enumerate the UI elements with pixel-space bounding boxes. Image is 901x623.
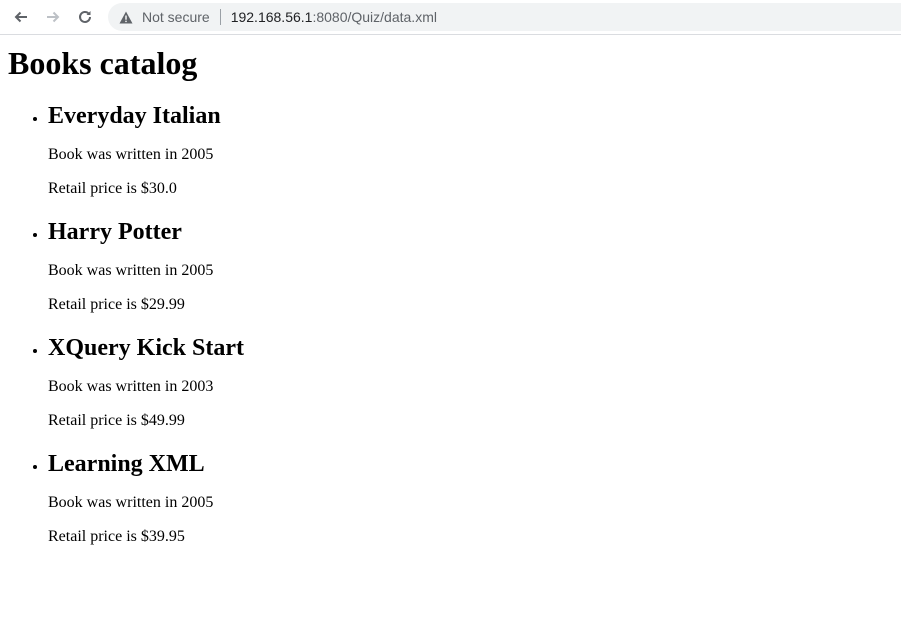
- address-bar[interactable]: Not secure 192.168.56.1:8080/Quiz/data.x…: [108, 3, 901, 31]
- reload-icon: [79, 10, 91, 23]
- book-year: Book was written in 2003: [48, 378, 214, 395]
- book-price: Retail price is $30.0: [48, 180, 177, 197]
- back-button[interactable]: [10, 6, 32, 28]
- book-title: Learning XML: [48, 451, 205, 477]
- list-item: Everyday Italian Book was written in 200…: [48, 102, 893, 198]
- book-title: XQuery Kick Start: [48, 335, 244, 361]
- book-price: Retail price is $29.99: [48, 296, 185, 313]
- forward-button[interactable]: [42, 6, 64, 28]
- books-list: Everyday Italian Book was written in 200…: [8, 102, 893, 546]
- book-price: Retail price is $39.95: [48, 528, 185, 545]
- book-title: Harry Potter: [48, 219, 182, 245]
- address-divider: [219, 9, 221, 25]
- book-price: Retail price is $49.99: [48, 412, 185, 429]
- reload-button[interactable]: [74, 6, 96, 28]
- browser-toolbar: Not secure 192.168.56.1:8080/Quiz/data.x…: [0, 0, 901, 35]
- warning-icon[interactable]: [118, 9, 134, 25]
- arrow-left-icon: [14, 11, 27, 23]
- book-year: Book was written in 2005: [48, 494, 214, 511]
- book-title: Everyday Italian: [48, 103, 221, 129]
- list-item: XQuery Kick Start Book was written in 20…: [48, 334, 893, 430]
- url-path: :8080/Quiz/data.xml: [312, 9, 437, 25]
- list-item: Learning XML Book was written in 2005 Re…: [48, 450, 893, 546]
- list-item: Harry Potter Book was written in 2005 Re…: [48, 218, 893, 314]
- security-label[interactable]: Not secure: [142, 9, 210, 25]
- book-year: Book was written in 2005: [48, 262, 214, 279]
- page-content: Books catalog Everyday Italian Book was …: [0, 45, 901, 546]
- arrow-right-icon: [47, 11, 60, 23]
- book-year: Book was written in 2005: [48, 146, 214, 163]
- page-title: Books catalog: [8, 45, 198, 81]
- url-host: 192.168.56.1: [230, 9, 313, 25]
